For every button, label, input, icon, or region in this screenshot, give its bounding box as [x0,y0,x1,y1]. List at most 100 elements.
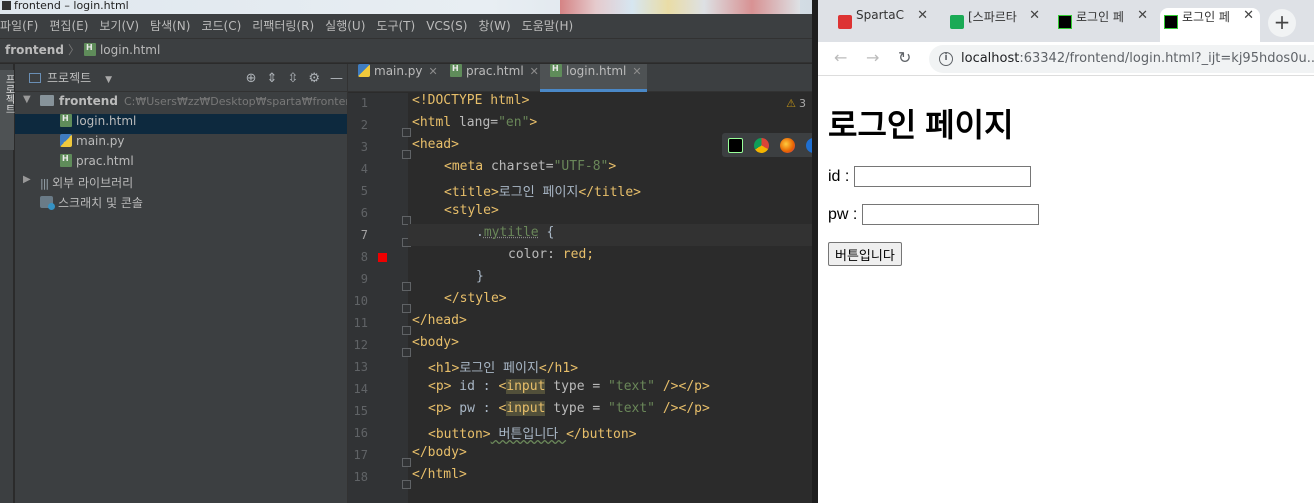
tree-item-scratches[interactable]: 스크래치 및 콘솔 [15,194,347,214]
code-line-15[interactable]: <p> pw : <input type = "text" /></p> [428,401,710,423]
code-line-9[interactable]: } [476,269,484,291]
tree-item-login-html[interactable]: login.html [15,114,347,134]
address-bar[interactable]: i localhost:63342/frontend/login.html?_i… [929,45,1314,73]
fold-marker-icon[interactable] [402,480,411,489]
submit-button[interactable]: 버튼입니다 [828,242,902,266]
ide-title-bar: frontend – login.html [0,0,812,14]
line-number: 13 [353,360,368,374]
window-title: frontend – login.html [14,0,129,12]
line-number: 2 [360,118,368,132]
html-file-icon [83,43,96,56]
code-token: color: [508,247,563,262]
fold-marker-icon[interactable] [402,150,411,159]
chrome-icon[interactable] [754,138,769,153]
fold-marker-icon[interactable] [402,326,411,335]
chevron-down-icon[interactable]: ▼ [23,94,31,105]
menu-vcs[interactable]: VCS(S) [426,14,467,39]
pycharm-icon[interactable] [728,138,743,153]
menu-window[interactable]: 창(W) [478,14,510,39]
menu-view[interactable]: 보기(V) [99,14,139,39]
breadcrumb-folder[interactable]: frontend [5,43,64,57]
code-line-7[interactable]: .mytitle { [476,225,554,247]
tab-login-html[interactable]: login.html ✕ [540,64,647,92]
tree-item-prac-html[interactable]: prac.html [15,154,347,174]
minimize-icon[interactable]: — [330,71,343,86]
tree-root-folder[interactable]: ▼ frontend C:₩Users₩zz₩Desktop₩sparta₩fro… [15,94,359,114]
close-icon[interactable]: ✕ [429,65,438,78]
browser-tab-3[interactable]: 로그인 페 ✕ [1054,8,1154,36]
collapse-all-icon[interactable]: ⇳ [287,71,298,86]
menu-help[interactable]: 도움말(H) [522,14,574,39]
code-line-16[interactable]: <button> 버튼입니다 </button> [428,423,637,445]
close-icon[interactable]: ✕ [1029,8,1040,23]
code-token: mytitle [483,225,539,240]
code-line-18[interactable]: </html> [412,467,467,489]
code-line-14[interactable]: <p> id : <input type = "text" /></p> [428,379,710,401]
code-line-13[interactable]: <h1>로그인 페이지</h1> [428,357,578,379]
fold-marker-icon[interactable] [402,282,411,291]
forward-arrow-icon[interactable]: → [866,48,879,67]
code-line-17[interactable]: </body> [412,445,467,467]
close-icon[interactable]: ✕ [632,65,641,78]
browser-tab-1[interactable]: SpartaC ✕ [834,8,934,36]
line-number: 4 [360,162,368,176]
code-line-4[interactable]: <meta charset="UTF-8"> [444,159,616,181]
inspection-warnings[interactable]: ⚠ 3 [786,97,806,110]
fold-marker-icon[interactable] [402,348,411,357]
browser-tab-2[interactable]: [스파르타 ✕ [946,8,1046,36]
code-token: input [506,379,546,394]
locate-icon[interactable]: ⊕ [246,71,257,86]
pycharm-icon [2,1,11,10]
fold-marker-icon[interactable] [402,128,411,137]
breakpoint-marker[interactable] [378,253,387,262]
expand-all-icon[interactable]: ⇕ [267,71,278,86]
back-arrow-icon[interactable]: ← [834,48,847,67]
tab-prac-html[interactable]: prac.html ✕ [440,64,540,92]
id-input[interactable] [853,166,1031,188]
close-icon[interactable]: ✕ [1137,8,1148,23]
line-number: 8 [360,250,368,264]
ide-window: frontend – login.html 파일(F) 편집(E) 보기(V) 탐색(… [0,0,812,503]
code-line-5[interactable]: <title>로그인 페이지</title> [444,181,641,203]
code-line-2[interactable]: <html lang="en"> [412,115,537,137]
new-tab-button[interactable]: + [1268,9,1296,37]
browser-tab-4-active[interactable]: 로그인 페 ✕ [1160,8,1260,42]
code-line-6[interactable]: <style> [444,203,499,225]
code-line-12[interactable]: <body> [412,335,459,357]
close-icon[interactable]: ✕ [917,8,928,23]
gear-icon[interactable]: ⚙ [308,71,320,86]
line-number: 11 [353,316,368,330]
code-line-10[interactable]: </style> [444,291,507,313]
pw-input[interactable] [861,204,1039,226]
browser-tab-title: SpartaC [856,8,904,22]
fold-marker-icon[interactable] [402,458,411,467]
project-tool-tab[interactable]: 프로젝트 [0,70,14,150]
info-icon[interactable]: i [939,52,953,66]
warning-count: 3 [799,97,806,110]
tab-main-py[interactable]: main.py ✕ [348,64,440,92]
chevron-down-icon[interactable]: ▼ [105,75,112,85]
menu-run[interactable]: 실행(U) [325,14,365,39]
menu-edit[interactable]: 편집(E) [49,14,88,39]
menu-code[interactable]: 코드(C) [201,14,241,39]
code-line-11[interactable]: </head> [412,313,467,335]
code-token: <!DOCTYPE html> [412,93,530,108]
id-row: id : [828,166,1039,188]
fold-marker-icon[interactable] [402,304,411,313]
project-panel-title[interactable]: 프로젝트 [47,71,91,85]
code-line-3[interactable]: <head> [412,137,459,159]
code-line-8[interactable]: color: red; [508,247,594,269]
reload-icon[interactable]: ↻ [898,48,911,67]
firefox-icon[interactable] [780,138,795,153]
breadcrumb-file[interactable]: login.html [100,43,160,57]
tree-item-external-libraries[interactable]: ▶ ||| 외부 라이브러리 [15,174,347,194]
menu-navigate[interactable]: 탐색(N) [150,14,190,39]
close-icon[interactable]: ✕ [530,65,539,78]
code-line-1[interactable]: <!DOCTYPE html> [412,93,529,115]
chevron-right-icon[interactable]: ▶ [23,174,31,185]
menu-refactor[interactable]: 리팩터링(R) [252,14,314,39]
close-icon[interactable]: ✕ [1243,8,1254,23]
tree-item-main-py[interactable]: main.py [15,134,347,154]
menu-tools[interactable]: 도구(T) [376,14,415,39]
menu-file[interactable]: 파일(F) [0,14,38,39]
